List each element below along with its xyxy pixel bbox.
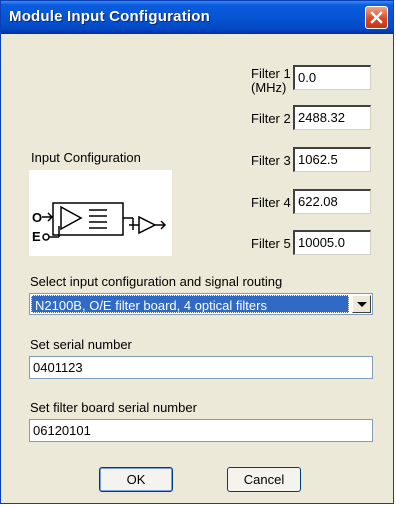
window-title: Module Input Configuration <box>9 8 210 25</box>
filter-board-serial-label: Set filter board serial number <box>30 400 197 415</box>
filter-1-label: Filter 1 (MHz) <box>251 66 291 95</box>
serial-number-label: Set serial number <box>30 337 132 352</box>
filter-3-label: Filter 3 <box>251 153 291 168</box>
input-configuration-diagram: O E <box>29 170 172 256</box>
filter-2-label: Filter 2 <box>251 111 291 126</box>
serial-number-field[interactable]: 0401123 <box>29 356 373 379</box>
filter-2-field[interactable]: 2488.32 <box>293 105 371 130</box>
filter-4-label: Filter 4 <box>251 195 291 210</box>
routing-select[interactable]: N2100B, O/E filter board, 4 optical filt… <box>29 293 373 315</box>
filter-1-field[interactable]: 0.0 <box>293 65 371 90</box>
filter-3-field[interactable]: 1062.5 <box>293 147 371 172</box>
input-configuration-label: Input Configuration <box>31 150 141 165</box>
title-bar[interactable]: Module Input Configuration <box>1 1 393 34</box>
chevron-down-icon[interactable] <box>352 295 371 313</box>
filter-board-serial-field[interactable]: 06120101 <box>29 419 373 442</box>
routing-label: Select input configuration and signal ro… <box>30 274 283 289</box>
diagram-label-e: E <box>32 229 41 244</box>
close-button[interactable] <box>365 6 388 29</box>
dialog-window: Module Input Configuration Filter 1 (MHz… <box>0 0 394 504</box>
signal-routing-icon: O E <box>32 202 167 244</box>
routing-selected-value: N2100B, O/E filter board, 4 optical filt… <box>31 295 349 313</box>
cancel-button[interactable]: Cancel <box>227 467 301 492</box>
filter-5-field[interactable]: 10005.0 <box>293 230 371 255</box>
ok-button[interactable]: OK <box>99 467 173 492</box>
close-icon <box>370 11 383 24</box>
filter-4-field[interactable]: 622.08 <box>293 189 371 214</box>
diagram-label-o: O <box>32 210 42 225</box>
filter-5-label: Filter 5 <box>251 236 291 251</box>
